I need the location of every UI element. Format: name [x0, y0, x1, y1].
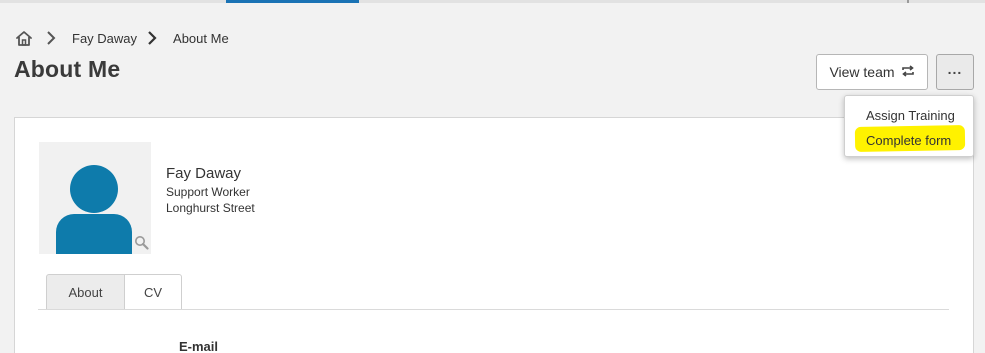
more-options-button[interactable]: ...	[936, 54, 974, 90]
menu-item-complete-form[interactable]: Complete form	[866, 133, 951, 148]
tabs-divider	[38, 309, 949, 310]
tab-cv[interactable]: CV	[125, 274, 182, 310]
profile-role: Support Worker	[166, 185, 250, 199]
view-team-button[interactable]: View team	[816, 54, 928, 90]
profile-tabs: About CV	[46, 274, 182, 310]
page-title: About Me	[14, 56, 121, 82]
menu-item-assign-training[interactable]: Assign Training	[866, 108, 955, 123]
profile-name: Fay Daway	[166, 165, 242, 182]
breadcrumb-link-profile[interactable]: Fay Daway	[72, 31, 137, 46]
more-options-menu: Assign Training Complete form	[844, 95, 974, 157]
more-dots-icon: ...	[947, 61, 963, 77]
avatar-body	[56, 214, 132, 254]
avatar-head	[70, 165, 118, 213]
profile-card	[14, 117, 974, 353]
profile-location: Longhurst Street	[166, 201, 255, 215]
swap-icon	[901, 64, 915, 80]
view-team-label: View team	[829, 64, 895, 80]
magnifier-icon[interactable]	[134, 235, 149, 250]
top-nav-strip	[0, 0, 985, 3]
breadcrumb-current: About Me	[173, 30, 229, 46]
home-icon[interactable]	[14, 28, 34, 48]
active-nav-indicator	[226, 0, 359, 3]
chevron-right-icon	[147, 30, 161, 46]
nav-divider	[907, 0, 909, 3]
avatar	[39, 142, 151, 254]
email-label: E-mail	[179, 339, 219, 353]
chevron-right-icon	[46, 30, 60, 46]
tab-about[interactable]: About	[46, 274, 125, 310]
breadcrumb: Fay Daway About Me	[14, 27, 229, 49]
